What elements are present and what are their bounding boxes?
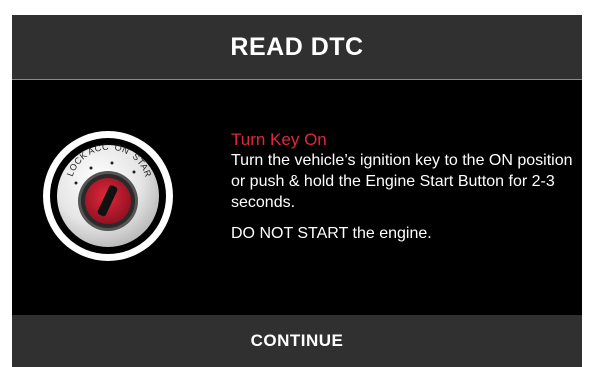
- instructions: Turn Key On Turn the vehicle’s ignition …: [231, 129, 576, 244]
- ignition-key-icon: LOCK ACC ON START: [39, 111, 174, 273]
- dialog-title: READ DTC: [230, 32, 364, 61]
- read-dtc-dialog: READ DTC LOCK ACC ON STAR Turn Key On Tu…: [12, 15, 582, 367]
- dialog-header: READ DTC: [12, 15, 582, 79]
- instruction-body: Turn the vehicle’s ignition key to the O…: [231, 152, 573, 211]
- header-divider: [12, 79, 582, 80]
- continue-button[interactable]: CONTINUE: [12, 315, 582, 367]
- instruction-warning: DO NOT START the engine.: [231, 225, 432, 242]
- continue-button-label: CONTINUE: [250, 331, 344, 350]
- instruction-title: Turn Key On: [231, 130, 327, 149]
